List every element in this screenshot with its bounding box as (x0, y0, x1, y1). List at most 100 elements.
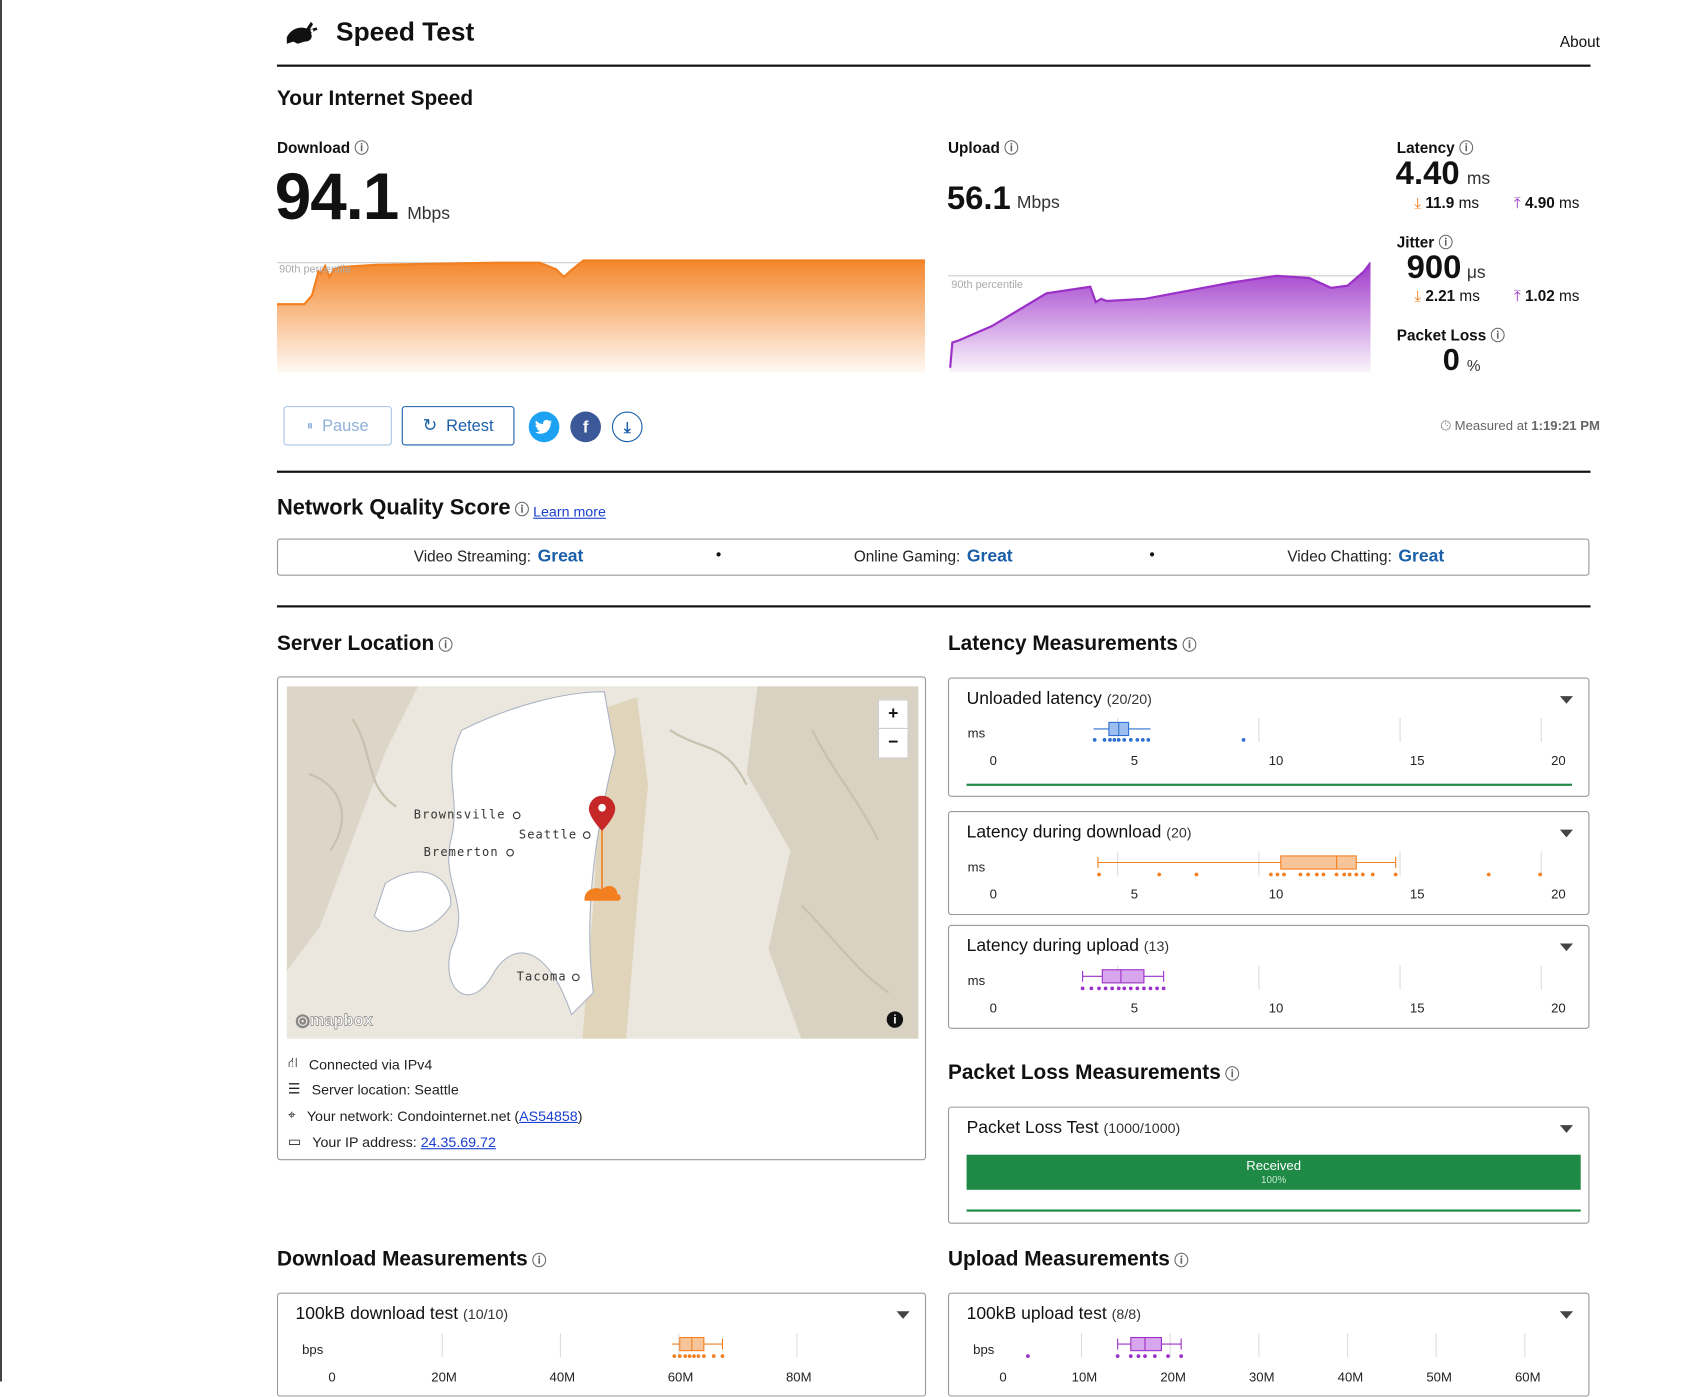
packet-loss-card[interactable]: Packet Loss Test (1000/1000) Received 10… (947, 1106, 1590, 1224)
axis-tick: 10 (1268, 886, 1284, 902)
unloaded-latency-boxplot (1092, 718, 1542, 743)
nqs-box: Video Streaming: Great • Online Gaming: Gr… (276, 538, 1590, 576)
download-latency-card[interactable]: Latency during download (20) ms 0 5 10 1… (947, 811, 1590, 916)
map-label-brownsville: Brownsville (413, 807, 506, 822)
server-map[interactable]: Brownsville Seattle Bremerton Tacoma + −… (286, 686, 919, 1039)
chevron-down-icon[interactable] (896, 1311, 910, 1319)
info-icon[interactable]: ⓘ (515, 501, 529, 517)
info-icon[interactable]: ⓘ (1004, 140, 1018, 156)
axis-tick: 80M (785, 1369, 812, 1385)
download-measurements-title: Download Measurements ⓘ (276, 1247, 547, 1271)
axis-tick: 0 (989, 1000, 997, 1016)
info-icon[interactable]: ⓘ (1182, 637, 1196, 653)
axis-tick: 60M (667, 1369, 694, 1385)
upload-unit: Mbps (1016, 193, 1060, 213)
upload-100kb-card[interactable]: 100kB upload test (8/8) bps 0 10M 20M 30… (947, 1292, 1590, 1397)
packet-loss-unit: % (1466, 356, 1481, 375)
axis-unit: ms (967, 859, 986, 875)
clock-icon: 🕒︎ (1440, 418, 1451, 434)
unloaded-latency-card[interactable]: Unloaded latency (20/20) ms 0 5 10 15 20 (947, 677, 1590, 797)
section-divider (276, 470, 1591, 473)
card-underline (966, 783, 1572, 786)
packet-loss-bar-percent: 100% (1261, 1174, 1287, 1186)
axis-tick: 15 (1409, 753, 1425, 769)
server-location-title: Server Location ⓘ (276, 632, 453, 656)
zoom-out-button[interactable]: − (877, 727, 909, 759)
upload-100kb-boxplot (1026, 1333, 1526, 1358)
card-title: 100kB download test (10/10) (295, 1304, 509, 1324)
axis-tick: 0 (999, 1369, 1007, 1385)
jitter-up: ⤒ 1.02 ms (1513, 286, 1580, 305)
map-label-seattle: Seattle (518, 827, 578, 842)
zoom-in-button[interactable]: + (877, 699, 909, 731)
upload-measurements-title: Upload Measurements ⓘ (947, 1247, 1189, 1271)
mapbox-logo[interactable]: ◎mapbox (295, 1010, 373, 1030)
header-divider (276, 64, 1591, 67)
download-results-button[interactable]: ⤓ (611, 411, 643, 443)
download-icon: ⤓ (623, 417, 631, 436)
twitter-share-button[interactable] (528, 411, 560, 443)
card-underline (966, 1209, 1581, 1212)
info-icon[interactable]: ⓘ (355, 140, 369, 156)
axis-tick: 40M (1337, 1369, 1364, 1385)
download-100kb-card[interactable]: 100kB download test (10/10) bps 0 20M 40… (276, 1292, 927, 1397)
ip-address-link[interactable]: 24.35.69.72 (421, 1133, 496, 1149)
info-icon[interactable]: ⓘ (439, 637, 453, 653)
map-label-tacoma: Tacoma (516, 969, 567, 984)
axis-tick: 40M (549, 1369, 576, 1385)
chevron-down-icon[interactable] (1559, 696, 1574, 704)
axis-tick: 20M (431, 1369, 457, 1385)
pause-button[interactable]: ⏸ Pause (283, 406, 392, 446)
info-icon[interactable]: ⓘ (1225, 1066, 1239, 1082)
info-icon[interactable]: ⓘ (1491, 327, 1505, 343)
info-icon[interactable]: ⓘ (1174, 1252, 1188, 1268)
upload-value: 56.1 (946, 180, 1011, 217)
twitter-icon (535, 419, 552, 434)
connection-row: ⛙ Connected via IPv4 (287, 1054, 433, 1073)
upload-arrow-icon: ⤒ (1513, 286, 1521, 305)
upload-latency-card[interactable]: Latency during upload (13) ms 0 5 10 15 … (947, 924, 1590, 1029)
info-icon[interactable]: ⓘ (1439, 234, 1453, 250)
app-title: Speed Test (336, 17, 475, 48)
rabbit-logo-icon (282, 18, 321, 49)
info-icon[interactable]: ⓘ (1459, 140, 1473, 156)
map-attribution-info-icon[interactable]: i (886, 1011, 904, 1028)
download-chart: 90th percentile (276, 259, 925, 373)
axis-tick: 5 (1130, 753, 1139, 769)
mapbox-icon: ◎ (295, 1011, 310, 1030)
download-percentile-label: 90th percentile (279, 264, 351, 276)
network-row: ⌖ Your network: Condointernet.net (AS548… (287, 1106, 583, 1124)
as-number-link[interactable]: AS54858 (519, 1107, 578, 1123)
card-title: Unloaded latency (20/20) (966, 689, 1152, 709)
map-label-bremerton: Bremerton (423, 844, 499, 860)
info-icon[interactable]: ⓘ (532, 1252, 546, 1268)
facebook-share-button[interactable]: f (570, 411, 601, 443)
upload-label: Upload ⓘ (947, 139, 1019, 157)
axis-tick: 0 (328, 1369, 336, 1385)
download-100kb-boxplot (441, 1333, 798, 1358)
about-link[interactable]: About (1560, 33, 1600, 51)
facebook-icon: f (582, 417, 589, 437)
chevron-down-icon[interactable] (1559, 1125, 1574, 1133)
packet-loss-bar-label: Received (1246, 1158, 1302, 1174)
nqs-video-chatting: Video Chatting: Great (1287, 547, 1445, 566)
axis-tick: 5 (1130, 1000, 1139, 1016)
axis-tick: 50M (1426, 1369, 1452, 1385)
axis-tick: 5 (1130, 886, 1139, 902)
retest-button[interactable]: ↻ Retest (401, 406, 515, 446)
nqs-online-gaming: Online Gaming: Great (853, 547, 1013, 566)
latency-value: 4.40 (1395, 155, 1460, 192)
card-title: Latency during upload (13) (966, 936, 1170, 956)
ip-card-icon: ▭ (287, 1132, 302, 1150)
section-divider (276, 605, 1591, 608)
chevron-down-icon[interactable] (1559, 943, 1574, 952)
learn-more-link[interactable]: Learn more (533, 503, 606, 519)
location-pin-icon: ⌖ (287, 1106, 296, 1123)
nqs-video-streaming: Video Streaming: Great (413, 547, 584, 566)
chevron-down-icon[interactable] (1559, 1311, 1574, 1319)
ip-row: ▭ Your IP address: 24.35.69.72 (287, 1132, 496, 1150)
download-label: Download ⓘ (276, 139, 369, 157)
chevron-down-icon[interactable] (1559, 829, 1574, 838)
axis-tick: 10 (1268, 753, 1284, 769)
download-value: 94.1 (274, 159, 400, 234)
